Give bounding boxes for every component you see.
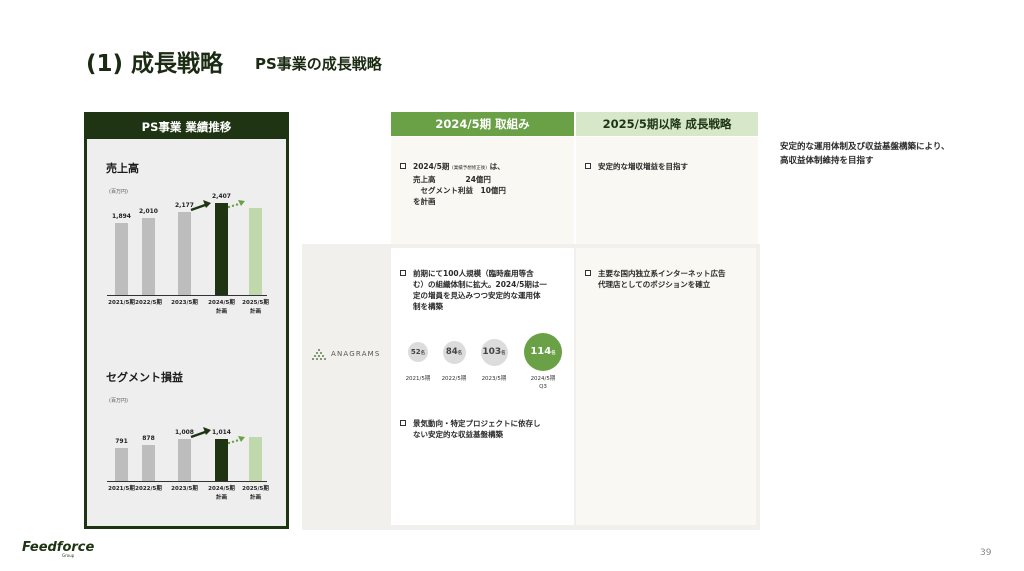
headcount-label: 2022/5期 bbox=[441, 376, 467, 382]
sales-category-label: 2023/5期 bbox=[171, 300, 198, 306]
headcount-unit: 名 bbox=[457, 350, 463, 356]
future-top-cell bbox=[576, 137, 758, 244]
headcount-value: 103 bbox=[482, 346, 502, 357]
performance-panel: PS事業 業績推移 売上高 (百万円) 1,894 2021/5期 2,010 202… bbox=[84, 112, 289, 529]
segment-category-label: 2024/5期 計画 bbox=[208, 486, 235, 501]
feedforce-logo: Feedforce bbox=[22, 540, 95, 555]
sales-arrow-head-icon bbox=[203, 200, 211, 208]
bullet-square-icon bbox=[400, 163, 406, 169]
sales-unit: (百万円) bbox=[109, 189, 128, 195]
headcount-bubble: 52名 bbox=[408, 342, 428, 362]
growth-text: 安定的な増収増益を目指す bbox=[598, 162, 688, 171]
sales-chart: 1,894 2021/5期 2,010 2022/5期 2,177 2023/5期 2,40… bbox=[87, 193, 292, 325]
sales-category-label: 2024/5期 計画 bbox=[208, 300, 235, 315]
revenue-base-text: 景気動向・特定プロジェクトに依存し ない安定的な収益基盤構築 bbox=[413, 419, 541, 439]
headcount-value: 114 bbox=[530, 346, 552, 357]
sales-axis bbox=[107, 295, 267, 296]
segment-category-label: 2025/5期 計画 bbox=[242, 486, 269, 501]
current-bullet-revenue-base: 景気動向・特定プロジェクトに依存し ない安定的な収益基盤構築 bbox=[400, 418, 572, 440]
page-subtitle: PS事業の成長戦略 bbox=[255, 55, 382, 73]
segment-title: セグメント損益 bbox=[106, 371, 183, 384]
headcount-chart: 52名 2021/5期 84名 2022/5期 103名 2023/5期 114名 2024/… bbox=[391, 325, 574, 395]
bullet-square-icon bbox=[585, 270, 591, 276]
page-number: 39 bbox=[980, 548, 992, 558]
sales-category-label: 2025/5期 計画 bbox=[242, 300, 269, 315]
position-text: 主要な国内独立系インターネット広告 代理店としてのポジションを確立 bbox=[598, 269, 726, 289]
headcount-bubble: 114名 bbox=[524, 333, 562, 371]
sales-dotted-arrow-dot bbox=[235, 203, 239, 206]
anagrams-wordmark: ANAGRAMS bbox=[331, 350, 381, 358]
organization-text: 前期にて100人規模（臨時雇用等含 む）の組織体制に拡大。2024/5期は一 定… bbox=[413, 269, 547, 311]
headcount-bubble: 84名 bbox=[442, 340, 466, 364]
future-bullet-position: 主要な国内独立系インターネット広告 代理店としてのポジションを確立 bbox=[585, 268, 755, 290]
sales-title: 売上高 bbox=[106, 162, 139, 175]
panel-header: PS事業 業績推移 bbox=[87, 115, 286, 139]
segment-axis bbox=[107, 481, 267, 482]
headcount-label: 2024/5期 Q3 bbox=[530, 376, 556, 390]
current-bullet-organization: 前期にて100人規模（臨時雇用等含 む）の組織体制に拡大。2024/5期は一 定… bbox=[400, 268, 572, 312]
bullet-square-icon bbox=[400, 270, 406, 276]
sales-dotted-arrow-dot bbox=[231, 204, 235, 207]
plan-suffix: は、 bbox=[489, 162, 505, 171]
segment-category-label: 2023/5期 bbox=[171, 486, 198, 492]
plan-period: 2024/5期 bbox=[413, 162, 450, 171]
bullet-square-icon bbox=[585, 163, 591, 169]
feedforce-logo-sub: Group bbox=[62, 553, 75, 558]
segment-growth-arrows bbox=[190, 427, 245, 445]
anagrams-logo bbox=[311, 347, 327, 366]
anagrams-mark-icon bbox=[312, 349, 326, 360]
sales-category-label: 2022/5期 bbox=[135, 300, 162, 306]
headcount-unit: 名 bbox=[551, 351, 556, 356]
strategy-note: 安定的な運用体制及び収益基盤構築により、高収益体制維持を目指す bbox=[780, 142, 950, 166]
current-bullet-plan: 2024/5期 (業績予想修正後) は、 売上高 24億円 セグメント利益 10… bbox=[400, 161, 570, 207]
headcount-value: 52 bbox=[410, 348, 421, 356]
segment-arrow-head-icon bbox=[203, 427, 211, 435]
segment-dotted-arrow-dot bbox=[231, 440, 235, 443]
segment-dotted-arrow-head-icon bbox=[238, 436, 245, 442]
current-column-header: 2024/5期 取組み bbox=[391, 112, 574, 136]
headcount-value: 84 bbox=[445, 346, 458, 357]
plan-figures: 売上高 24億円 セグメント利益 10億円 を計画 bbox=[413, 175, 506, 206]
segment-category-label: 2022/5期 bbox=[135, 486, 162, 492]
sales-growth-arrows bbox=[190, 200, 245, 212]
segment-dotted-arrow-dot bbox=[235, 439, 239, 442]
headcount-bubble: 103名 bbox=[480, 338, 508, 366]
headcount-unit: 名 bbox=[420, 351, 426, 356]
headcount-label: 2021/5期 bbox=[405, 376, 431, 382]
future-column-header: 2025/5期以降 成長戦略 bbox=[576, 112, 758, 136]
future-bullet-growth: 安定的な増収増益を目指す bbox=[585, 161, 755, 172]
segment-chart: 791 2021/5期 878 2022/5期 1,008 2023/5期 1,014 202… bbox=[87, 405, 292, 515]
sales-dotted-arrow-head-icon bbox=[238, 200, 245, 206]
bullet-square-icon bbox=[400, 420, 406, 426]
page-title: (1) 成長戦略 bbox=[86, 51, 224, 77]
headcount-unit: 名 bbox=[501, 350, 506, 356]
headcount-label: 2023/5期 bbox=[481, 376, 507, 382]
segment-unit: (百万円) bbox=[109, 398, 128, 404]
plan-note: (業績予想修正後) bbox=[451, 166, 487, 171]
segment-dotted-arrow-dot bbox=[227, 441, 231, 445]
sales-dotted-arrow-dot bbox=[227, 205, 231, 209]
